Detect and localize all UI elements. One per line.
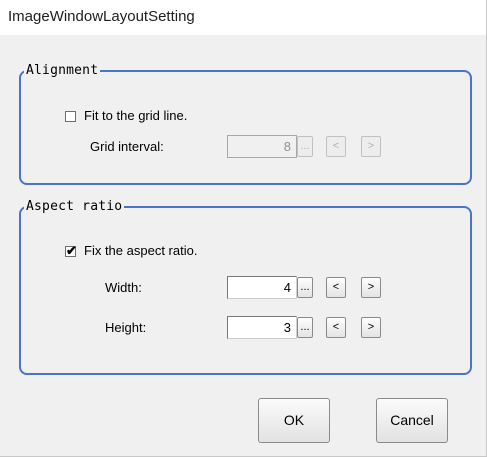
width-input[interactable]: 4 xyxy=(227,276,297,299)
height-edit-button[interactable]: ... xyxy=(297,317,313,338)
check-icon: ✔ xyxy=(66,243,77,258)
dialog-title: ImageWindowLayoutSetting xyxy=(8,8,195,25)
height-increment-button[interactable]: > xyxy=(361,317,381,338)
fit-grid-checkbox[interactable] xyxy=(65,111,76,122)
fit-grid-label: Fit to the grid line. xyxy=(84,108,188,123)
fix-aspect-checkbox[interactable]: ✔ xyxy=(65,243,77,258)
alignment-group-label: Alignment xyxy=(24,63,101,78)
width-increment-button[interactable]: > xyxy=(361,277,381,298)
grid-interval-edit-button[interactable]: ... xyxy=(297,136,313,157)
width-label: Width: xyxy=(105,280,142,295)
ok-button[interactable]: OK xyxy=(258,398,330,443)
height-label: Height: xyxy=(105,320,147,335)
title-bar: ImageWindowLayoutSetting xyxy=(0,0,486,35)
grid-interval-input[interactable]: 8 xyxy=(227,135,297,158)
grid-interval-label: Grid interval: xyxy=(90,139,164,154)
width-edit-button[interactable]: ... xyxy=(297,277,313,298)
cancel-button[interactable]: Cancel xyxy=(376,398,448,443)
grid-interval-decrement-button[interactable]: < xyxy=(326,136,346,157)
grid-interval-increment-button[interactable]: > xyxy=(361,136,381,157)
aspect-ratio-group-label: Aspect ratio xyxy=(24,199,125,214)
height-input[interactable]: 3 xyxy=(227,316,297,339)
alignment-group: Alignment xyxy=(19,63,472,185)
width-decrement-button[interactable]: < xyxy=(326,277,346,298)
fix-aspect-label: Fix the aspect ratio. xyxy=(84,243,198,258)
image-window-layout-dialog: ImageWindowLayoutSetting Alignment Fit t… xyxy=(0,0,487,457)
height-decrement-button[interactable]: < xyxy=(326,317,346,338)
